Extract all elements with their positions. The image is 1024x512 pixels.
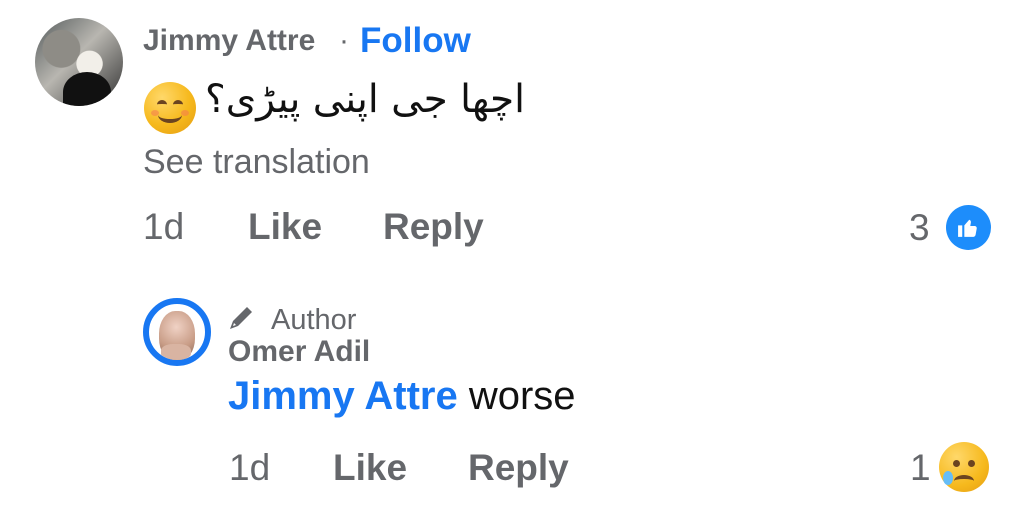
sad-face-icon[interactable] <box>939 442 989 492</box>
comment-reply-button[interactable]: Reply <box>383 206 484 248</box>
reply-time[interactable]: 1d <box>229 447 270 489</box>
name-separator: · <box>339 24 349 57</box>
pen-icon <box>227 304 259 337</box>
see-translation-link[interactable]: See translation <box>143 143 370 182</box>
reply-message: worse <box>457 374 576 418</box>
smiling-face-icon <box>144 82 196 134</box>
comment-time[interactable]: 1d <box>143 206 184 248</box>
reply-text: Jimmy Attre worse <box>228 374 576 419</box>
reply-reaction-count[interactable]: 1 <box>910 447 931 489</box>
reply-like-button[interactable]: Like <box>333 447 407 489</box>
commenter-avatar[interactable] <box>35 18 123 106</box>
reply-author-name[interactable]: Omer Adil <box>228 335 370 369</box>
reply-reply-button[interactable]: Reply <box>468 447 569 489</box>
mention-link[interactable]: Jimmy Attre <box>228 374 458 418</box>
follow-button[interactable]: Follow <box>360 21 471 61</box>
comment-reaction-count[interactable]: 3 <box>909 207 930 249</box>
commenter-name[interactable]: Jimmy Attre <box>143 24 315 58</box>
like-icon[interactable] <box>946 205 991 250</box>
comment-like-button[interactable]: Like <box>248 206 322 248</box>
comment-text: اچھا جی اپنی پیڑی؟ <box>205 77 525 122</box>
author-badge: Author <box>271 304 357 336</box>
author-avatar[interactable] <box>143 298 211 366</box>
